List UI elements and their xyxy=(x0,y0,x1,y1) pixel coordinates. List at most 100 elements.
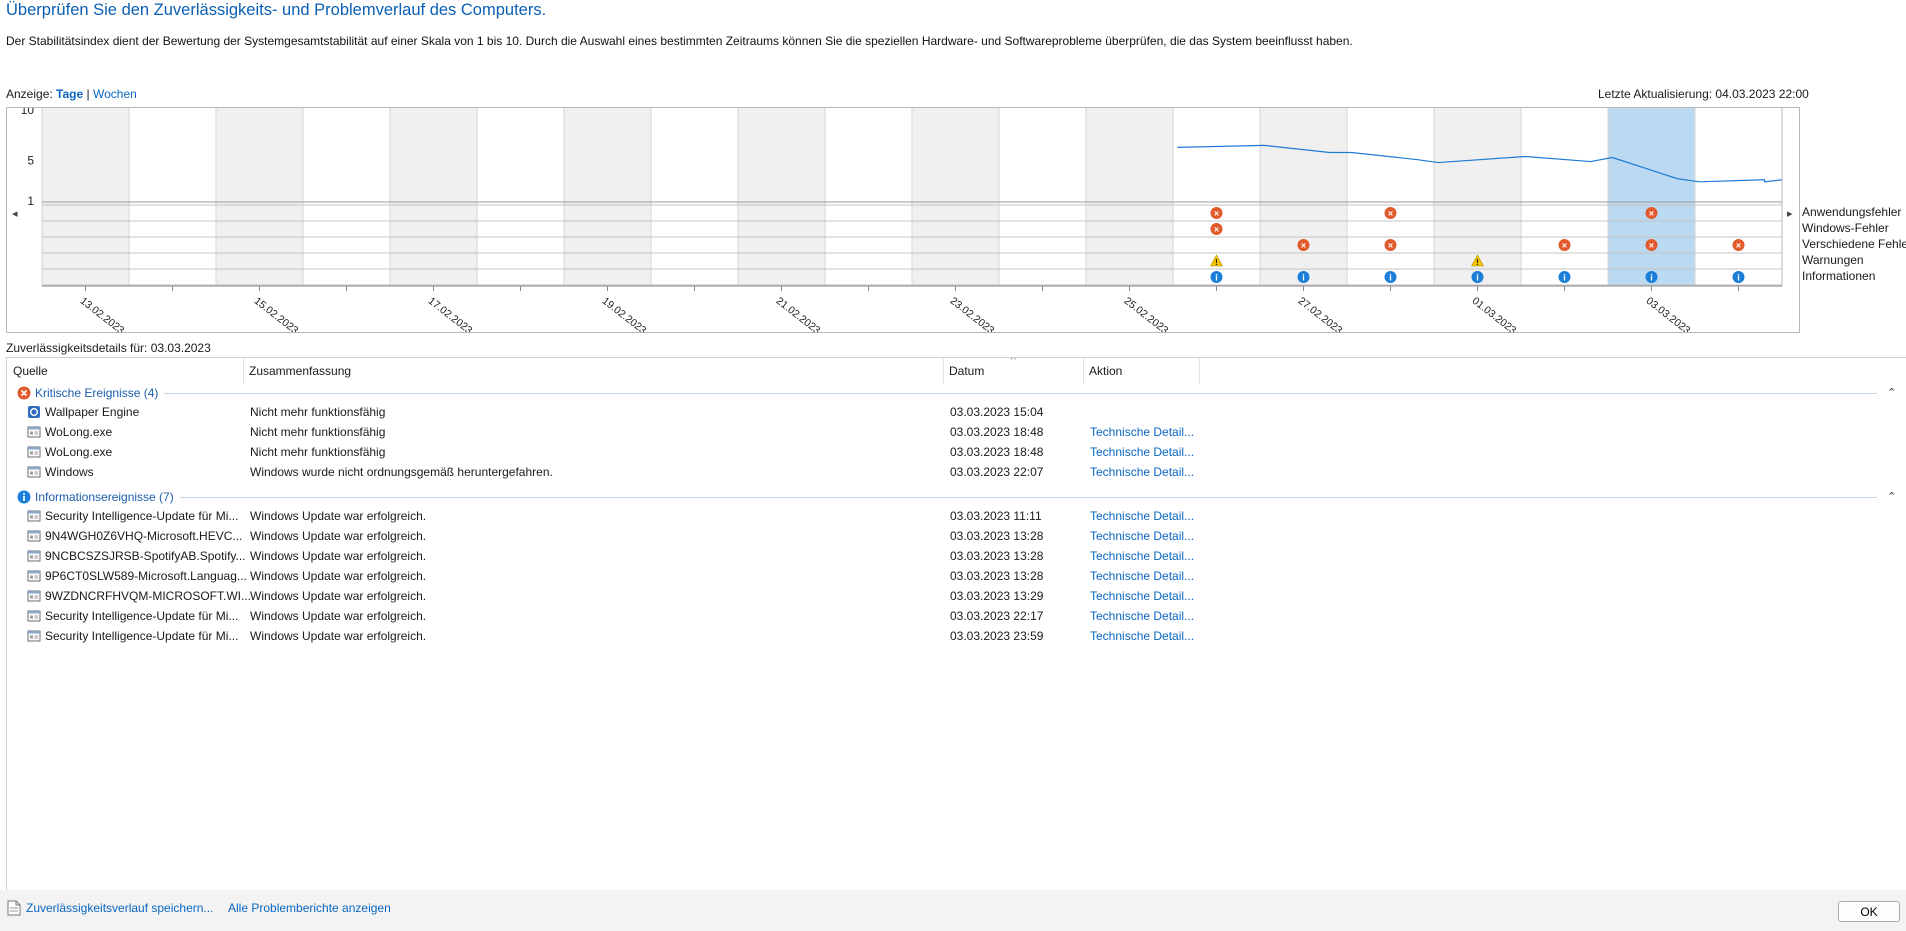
group-header[interactable]: Informationsereignisse (7) ⌃ xyxy=(7,488,1906,506)
svg-text:×: × xyxy=(1214,225,1219,235)
day-column[interactable] xyxy=(1347,108,1434,286)
technical-details-link[interactable]: Technische Detail... xyxy=(1090,589,1194,603)
svg-text:×: × xyxy=(1388,241,1393,251)
day-column[interactable] xyxy=(1086,108,1173,286)
row-source: WoLong.exe xyxy=(45,445,113,459)
stability-chart[interactable]: 10 5 1 × × × × × × × × ×!! i i i i i i i 13.02.2023 15.02.20… xyxy=(6,107,1800,333)
view-label: Anzeige: xyxy=(6,87,53,101)
table-row[interactable]: 9NCBCSZSJRSB-SpotifyAB.Spotify... Windows… xyxy=(7,546,1906,566)
day-column[interactable] xyxy=(1521,108,1608,286)
error-icon[interactable]: × xyxy=(1645,207,1658,219)
application-icon xyxy=(27,570,41,582)
column-header-source[interactable]: Quelle xyxy=(7,358,243,384)
technical-details-link[interactable]: Technische Detail... xyxy=(1090,465,1194,479)
row-source: Wallpaper Engine xyxy=(45,405,140,419)
row-source: 9P6CT0SLW589-Microsoft.Languag... xyxy=(45,569,247,583)
error-icon[interactable]: × xyxy=(1732,239,1745,251)
error-icon[interactable]: × xyxy=(1384,239,1397,251)
scroll-left-icon[interactable]: ◂ xyxy=(12,207,18,220)
collapse-chevron-icon[interactable]: ⌃ xyxy=(1887,386,1896,399)
table-row[interactable]: 9WZDNCRFHVQM-MICROSOFT.WI... Windows Upda… xyxy=(7,586,1906,606)
svg-text:×: × xyxy=(1214,209,1219,219)
table-row[interactable]: 9P6CT0SLW589-Microsoft.Languag... Windows… xyxy=(7,566,1906,586)
table-row[interactable]: Security Intelligence-Update für Mi... Wi… xyxy=(7,626,1906,646)
technical-details-link[interactable]: Technische Detail... xyxy=(1090,529,1194,543)
technical-details-link[interactable]: Technische Detail... xyxy=(1090,609,1194,623)
technical-details-link[interactable]: Technische Detail... xyxy=(1090,569,1194,583)
column-divider[interactable] xyxy=(1199,358,1200,384)
technical-details-link[interactable]: Technische Detail... xyxy=(1090,549,1194,563)
row-legend-label: Anwendungsfehler xyxy=(1802,205,1902,219)
table-row[interactable]: 9N4WGH0Z6VHQ-Microsoft.HEVC... Windows Up… xyxy=(7,526,1906,546)
row-date: 03.03.2023 18:48 xyxy=(950,425,1044,439)
column-header-summary[interactable]: Zusammenfassung xyxy=(243,358,943,384)
error-icon[interactable]: × xyxy=(1297,239,1310,251)
day-column[interactable] xyxy=(1608,108,1695,286)
view-days-link[interactable]: Tage xyxy=(56,87,83,101)
application-icon xyxy=(27,446,41,458)
table-row[interactable]: WoLong.exe Nicht mehr funktionsfähig 03.03… xyxy=(7,442,1906,462)
row-date: 03.03.2023 22:07 xyxy=(950,465,1044,479)
row-source: Security Intelligence-Update für Mi... xyxy=(45,629,239,643)
table-row[interactable]: Security Intelligence-Update für Mi... Wi… xyxy=(7,506,1906,526)
date-label: 15.02.2023 xyxy=(252,295,301,332)
error-icon[interactable]: × xyxy=(1384,207,1397,219)
day-column[interactable] xyxy=(912,108,999,286)
day-column[interactable] xyxy=(303,108,390,286)
day-column[interactable] xyxy=(390,108,477,286)
table-row[interactable]: Wallpaper Engine Nicht mehr funktionsfähi… xyxy=(7,402,1906,422)
column-header-action[interactable]: Aktion xyxy=(1083,358,1199,384)
error-icon[interactable]: × xyxy=(1210,207,1223,219)
y-tick-label: 10 xyxy=(21,108,35,117)
technical-details-link[interactable]: Technische Detail... xyxy=(1090,629,1194,643)
date-label: 21.02.2023 xyxy=(774,295,823,332)
page-title: Überprüfen Sie den Zuverlässigkeits- und… xyxy=(6,1,547,19)
technical-details-link[interactable]: Technische Detail... xyxy=(1090,425,1194,439)
row-summary: Windows Update war erfolgreich. xyxy=(250,509,427,523)
info-icon[interactable]: i xyxy=(1297,271,1310,283)
day-column[interactable] xyxy=(564,108,651,286)
info-icon[interactable]: i xyxy=(1732,271,1745,283)
row-summary: Windows Update war erfolgreich. xyxy=(250,589,427,603)
row-summary: Nicht mehr funktionsfähig xyxy=(250,425,386,439)
day-column[interactable] xyxy=(477,108,564,286)
info-icon[interactable]: i xyxy=(1645,271,1658,283)
day-column[interactable] xyxy=(1260,108,1347,286)
table-row[interactable]: WoLong.exe Nicht mehr funktionsfähig 03.03… xyxy=(7,422,1906,442)
day-column[interactable] xyxy=(999,108,1086,286)
view-weeks-link[interactable]: Wochen xyxy=(93,87,137,101)
day-column[interactable] xyxy=(216,108,303,286)
scroll-right-icon[interactable]: ▸ xyxy=(1787,207,1793,220)
table-row[interactable]: Windows Windows wurde nicht ordnungsgemäß… xyxy=(7,462,1906,482)
all-reports-link[interactable]: Alle Problemberichte anzeigen xyxy=(228,901,391,915)
row-summary: Windows Update war erfolgreich. xyxy=(250,529,427,543)
wallpaper-engine-icon xyxy=(28,406,40,418)
info-icon[interactable]: i xyxy=(1210,271,1223,283)
row-date: 03.03.2023 23:59 xyxy=(950,629,1044,643)
day-column[interactable] xyxy=(825,108,912,286)
technical-details-link[interactable]: Technische Detail... xyxy=(1090,509,1194,523)
day-column[interactable] xyxy=(651,108,738,286)
day-column[interactable] xyxy=(42,108,129,286)
table-row[interactable]: Security Intelligence-Update für Mi... Wi… xyxy=(7,606,1906,626)
row-source: Security Intelligence-Update für Mi... xyxy=(45,509,239,523)
info-icon[interactable]: i xyxy=(1384,271,1397,283)
collapse-chevron-icon[interactable]: ⌃ xyxy=(1887,490,1896,503)
info-icon[interactable]: i xyxy=(1471,271,1484,283)
stability-chart-svg[interactable]: 10 5 1 × × × × × × × × ×! ! i i i i i i i 13.02.2023 15.02.20… xyxy=(7,108,1799,332)
info-icon[interactable]: i xyxy=(1558,271,1571,283)
column-header-date[interactable]: Datum xyxy=(943,358,1083,384)
technical-details-link[interactable]: Technische Detail... xyxy=(1090,445,1194,459)
save-history-link[interactable]: Zuverlässigkeitsverlauf speichern... xyxy=(26,901,213,915)
error-icon[interactable]: × xyxy=(1558,239,1571,251)
day-column[interactable] xyxy=(1695,108,1782,286)
error-icon[interactable]: × xyxy=(1210,223,1223,235)
ok-button[interactable]: OK xyxy=(1838,901,1900,922)
application-icon xyxy=(27,590,41,602)
day-column[interactable] xyxy=(129,108,216,286)
day-column[interactable] xyxy=(738,108,825,286)
error-icon[interactable]: × xyxy=(1645,239,1658,251)
row-summary: Windows Update war erfolgreich. xyxy=(250,569,427,583)
date-label: 27.02.2023 xyxy=(1296,295,1345,332)
group-header[interactable]: Kritische Ereignisse (4) ⌃ xyxy=(7,384,1906,402)
